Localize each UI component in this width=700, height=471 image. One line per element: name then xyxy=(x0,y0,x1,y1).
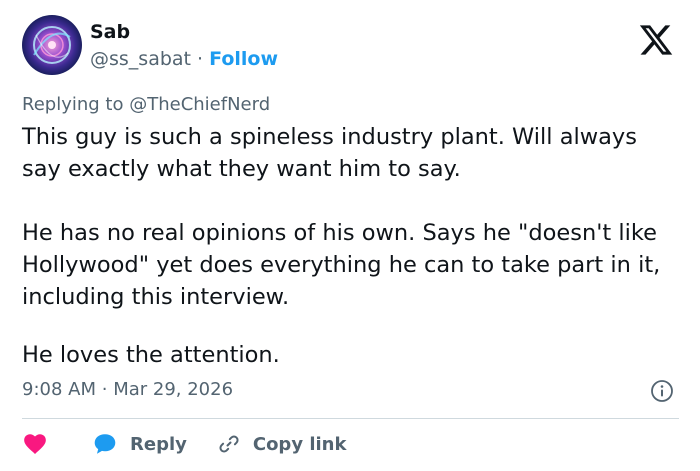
tweet-card: Sab @ss_sabat · Follow Replying to @TheC… xyxy=(0,0,700,471)
reply-button[interactable]: Reply xyxy=(48,431,187,457)
handle-separator: · xyxy=(197,48,204,70)
copy-link-label: Copy link xyxy=(252,433,347,455)
copy-link-button[interactable]: Copy link xyxy=(187,432,347,456)
avatar[interactable] xyxy=(22,15,82,75)
author-name[interactable]: Sab xyxy=(90,20,130,44)
reply-context-mention[interactable]: @TheChiefNerd xyxy=(129,94,270,115)
reply-context: Replying to @TheChiefNerd xyxy=(22,93,270,117)
info-icon[interactable] xyxy=(650,379,674,403)
tweet-paragraph-1: This guy is such a spineless industry pl… xyxy=(22,121,682,185)
divider xyxy=(22,418,679,419)
reply-label: Reply xyxy=(130,433,187,455)
timestamp-separator: · xyxy=(101,379,108,400)
avatar-image xyxy=(22,15,82,75)
tweet-text: This guy is such a spineless industry pl… xyxy=(22,124,637,182)
tweet-text: He loves the attention. xyxy=(22,342,280,368)
author-handle[interactable]: @ss_sabat xyxy=(90,48,191,70)
link-icon xyxy=(219,435,239,453)
tweet-date: Mar 29, 2026 xyxy=(113,379,234,400)
heart-icon xyxy=(24,434,46,454)
author-handle-row: @ss_sabat · Follow xyxy=(90,47,278,71)
tweet-text: He has no real opinions of his own. Says… xyxy=(22,220,661,310)
tweet-paragraph-3: He loves the attention. xyxy=(22,339,682,371)
like-button[interactable] xyxy=(22,431,48,457)
tweet-timestamp[interactable]: 9:08 AM · Mar 29, 2026 xyxy=(22,378,233,402)
action-bar: Reply Copy link xyxy=(22,430,346,458)
follow-button[interactable]: Follow xyxy=(209,48,278,70)
tweet-paragraph-2: He has no real opinions of his own. Says… xyxy=(22,217,682,313)
reply-context-prefix: Replying to xyxy=(22,94,124,115)
tweet-time: 9:08 AM xyxy=(22,379,96,400)
speech-bubble-icon xyxy=(94,434,116,454)
x-logo-icon[interactable] xyxy=(636,22,676,58)
